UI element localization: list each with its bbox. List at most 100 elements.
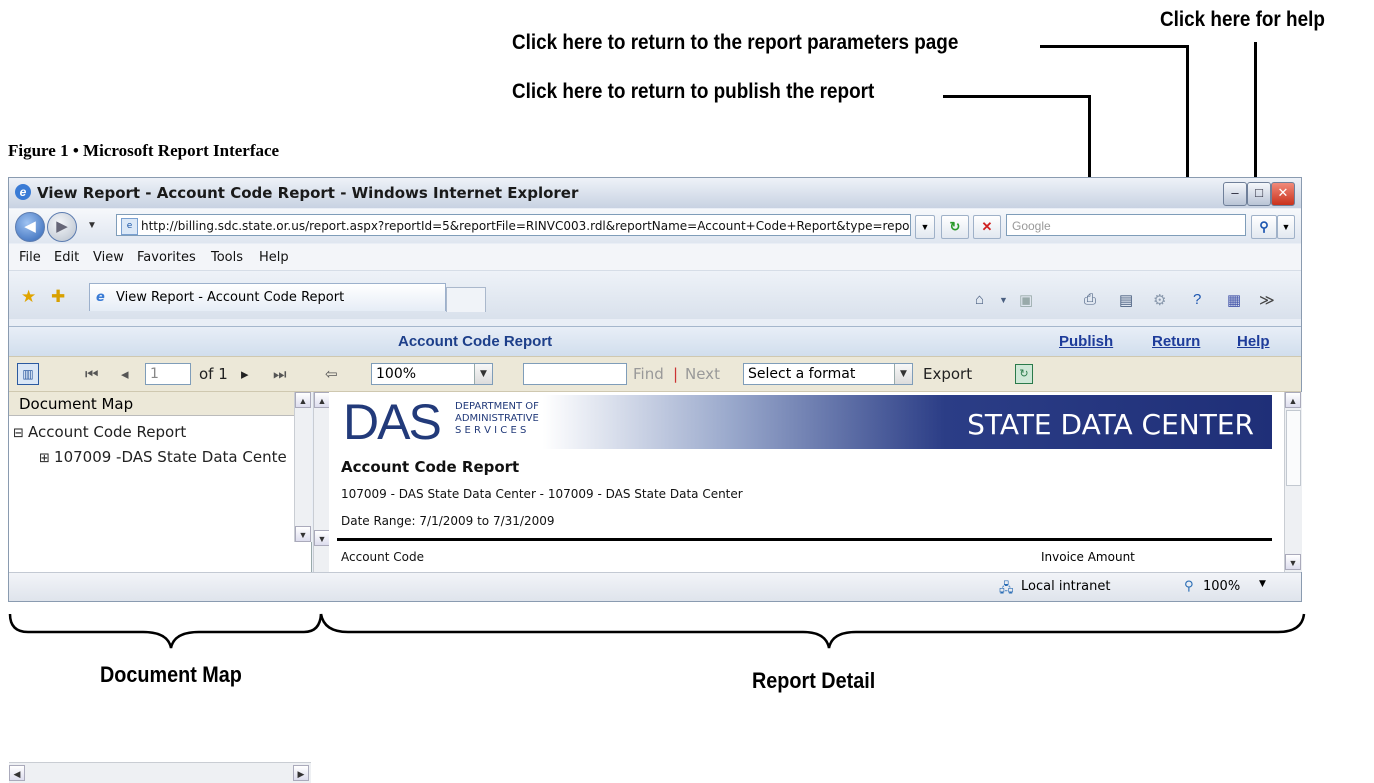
new-tab-button[interactable]: [446, 287, 486, 312]
tools-gear-icon[interactable]: ⚙: [1153, 291, 1166, 309]
callout-return-params: Click here to return to the report param…: [512, 31, 959, 54]
dept-line: S E R V I C E S: [455, 425, 527, 436]
zoom-select[interactable]: 100% ▼: [371, 363, 493, 385]
tree-item-child[interactable]: ⊞ 107009 -DAS State Data Cente: [39, 448, 287, 466]
next-page-icon[interactable]: ▸: [241, 365, 249, 383]
help-link[interactable]: Help: [1237, 333, 1270, 350]
close-button[interactable]: ✕: [1271, 182, 1295, 206]
status-bar: 🖧 Local intranet ⚲ 100% ▼: [9, 572, 1301, 601]
zoom-icon[interactable]: ⚲: [1184, 579, 1194, 594]
favorites-star-icon[interactable]: ★: [21, 287, 36, 307]
research-icon[interactable]: ▦: [1227, 291, 1241, 309]
format-value: Select a format: [748, 366, 856, 382]
scroll-down-icon[interactable]: ▼: [295, 526, 311, 542]
callout-help: Click here for help: [1160, 8, 1325, 31]
address-dropdown-icon[interactable]: ▼: [915, 215, 935, 239]
menu-file[interactable]: File: [19, 250, 41, 265]
tab-title: View Report - Account Code Report: [116, 290, 345, 305]
page-count: of 1: [199, 365, 228, 383]
previous-page-icon[interactable]: ◂: [121, 365, 129, 383]
dept-line: ADMINISTRATIVE: [455, 413, 539, 424]
tree-item-root[interactable]: ⊟ Account Code Report: [13, 423, 186, 441]
report-area: DAS DEPARTMENT OF ADMINISTRATIVE S E R V…: [329, 392, 1284, 572]
tab-row: ★ ✚ e View Report - Account Code Report …: [9, 271, 1301, 319]
scroll-up-icon[interactable]: ▲: [1285, 392, 1301, 408]
report-date-range: Date Range: 7/1/2009 to 7/31/2009: [341, 514, 555, 528]
last-page-icon[interactable]: ⏭: [273, 365, 287, 383]
maximize-button[interactable]: □: [1247, 182, 1271, 206]
page-icon: e: [121, 218, 138, 235]
menu-edit[interactable]: Edit: [54, 250, 79, 265]
document-map-pane: Document Map ⊟ Account Code Report ⊞ 107…: [9, 392, 312, 783]
callout-line: [943, 95, 1090, 98]
format-select[interactable]: Select a format ▼: [743, 363, 913, 385]
label-document-map: Document Map: [100, 662, 242, 687]
feeds-icon[interactable]: ▣: [1019, 291, 1033, 309]
scroll-thumb[interactable]: [1286, 410, 1301, 486]
menu-favorites[interactable]: Favorites: [137, 250, 196, 265]
export-link[interactable]: Export: [923, 365, 972, 383]
home-icon[interactable]: ⌂: [975, 291, 984, 308]
document-map-brace: [8, 613, 323, 649]
extras-icon[interactable]: ≫: [1259, 291, 1275, 309]
menu-view[interactable]: View: [93, 250, 124, 265]
home-dropdown-icon[interactable]: ▼: [999, 295, 1008, 305]
find-input[interactable]: [523, 363, 627, 385]
collapse-icon[interactable]: ⊟: [13, 426, 28, 441]
first-page-icon[interactable]: ⏮: [85, 365, 99, 383]
search-icon[interactable]: ⚲: [1251, 215, 1277, 239]
recent-pages-icon[interactable]: ▼: [87, 220, 97, 231]
forward-button[interactable]: ▶: [47, 212, 77, 242]
page-menu-icon[interactable]: ▤: [1119, 291, 1133, 309]
print-icon[interactable]: ⎙: [1084, 291, 1096, 308]
address-text: http://billing.sdc.state.or.us/report.as…: [141, 219, 911, 233]
back-button[interactable]: ◀: [15, 212, 45, 242]
help-menu-icon[interactable]: ?: [1193, 291, 1201, 308]
docmap-horizontal-scrollbar[interactable]: ◀ ▶: [9, 762, 311, 783]
tree-root-label: Account Code Report: [28, 423, 187, 441]
refresh-icon[interactable]: ↻: [941, 215, 969, 239]
state-data-center-banner: STATE DATA CENTER: [967, 408, 1254, 441]
stop-icon[interactable]: ✕: [973, 215, 1001, 239]
chevron-down-icon: ▼: [474, 364, 492, 384]
scroll-up-icon[interactable]: ▲: [314, 392, 330, 408]
publish-link[interactable]: Publish: [1059, 333, 1113, 350]
search-input[interactable]: Google: [1006, 214, 1246, 236]
col-account-code: Account Code: [341, 550, 424, 564]
return-link[interactable]: Return: [1152, 333, 1200, 350]
expand-icon[interactable]: ⊞: [39, 451, 54, 466]
braces: [8, 613, 1306, 649]
report-subtitle: 107009 - DAS State Data Center - 107009 …: [341, 487, 743, 501]
search-options-icon[interactable]: ▼: [1277, 215, 1295, 239]
address-row: ◀ ▶ ▼ e http://billing.sdc.state.or.us/r…: [9, 209, 1301, 243]
report-title: Account Code Report: [341, 458, 520, 476]
menu-help[interactable]: Help: [259, 250, 289, 265]
dept-name: DEPARTMENT OF ADMINISTRATIVE S E R V I C…: [455, 401, 539, 437]
scroll-down-icon[interactable]: ▼: [1285, 554, 1301, 570]
scroll-right-icon[interactable]: ▶: [293, 765, 309, 781]
zoom-dropdown-icon[interactable]: ▼: [1259, 579, 1266, 589]
report-vertical-scrollbar[interactable]: ▲ ▼: [1284, 392, 1302, 572]
label-report-detail: Report Detail: [752, 668, 876, 693]
toggle-docmap-icon[interactable]: ▥: [17, 363, 39, 385]
next-link[interactable]: Next: [685, 365, 720, 383]
menu-tools[interactable]: Tools: [211, 250, 243, 265]
add-favorite-icon[interactable]: ✚: [51, 287, 65, 307]
report-toolbar: ▥ ⏮ ◂ 1 of 1 ▸ ⏭ ⇦ 100% ▼ Find | Next Se…: [9, 356, 1301, 392]
docmap-vertical-scrollbar[interactable]: ▲ ▼: [294, 392, 312, 542]
tab-view-report[interactable]: e View Report - Account Code Report: [89, 283, 446, 311]
refresh-report-icon[interactable]: ↻: [1015, 364, 1033, 384]
scroll-down-icon[interactable]: ▼: [314, 530, 330, 546]
title-bar: e View Report - Account Code Report - Wi…: [9, 178, 1301, 208]
minimize-button[interactable]: –: [1223, 182, 1247, 206]
scroll-left-icon[interactable]: ◀: [9, 765, 25, 781]
ie-tab-icon: e: [96, 290, 105, 305]
status-zoom[interactable]: 100%: [1203, 579, 1240, 594]
find-link[interactable]: Find: [633, 365, 664, 383]
page-number-input[interactable]: 1: [145, 363, 191, 385]
callout-line: [1040, 45, 1188, 48]
back-to-parent-icon[interactable]: ⇦: [325, 365, 338, 383]
scroll-up-icon[interactable]: ▲: [295, 392, 311, 408]
figure-caption: Figure 1 • Microsoft Report Interface: [8, 141, 280, 160]
address-field[interactable]: e http://billing.sdc.state.or.us/report.…: [116, 214, 911, 236]
